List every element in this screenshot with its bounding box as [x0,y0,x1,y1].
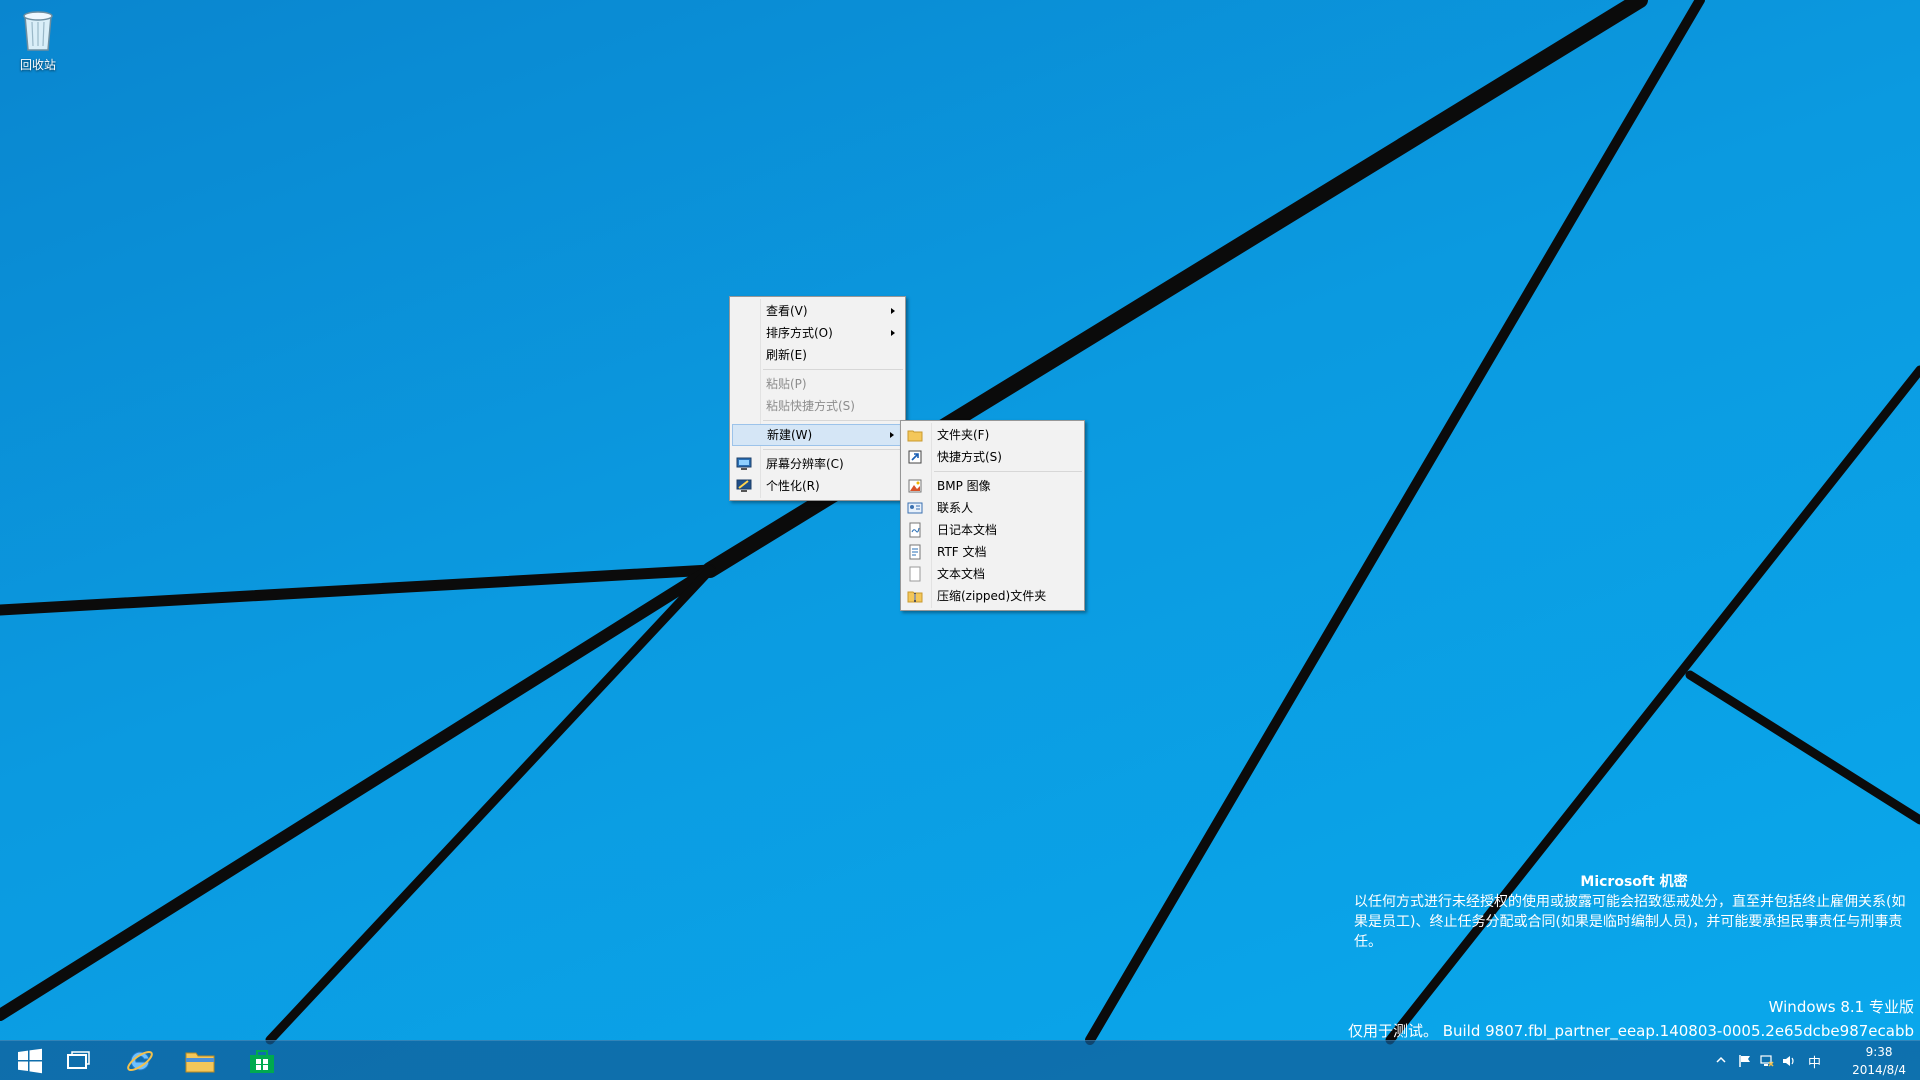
task-view-button[interactable] [48,1041,108,1080]
internet-explorer-icon [127,1050,153,1072]
submenu-item-shortcut[interactable]: 快捷方式(S) [903,446,1082,468]
ime-indicator[interactable]: 中 [1808,1052,1821,1071]
menu-item-sort[interactable]: 排序方式(O) [732,322,903,344]
file-explorer-icon [185,1052,215,1073]
contact-card-icon [907,502,923,514]
watermark-body: 以任何方式进行未经授权的使用或披露可能会招致惩戒处分，直至并包括终止雇佣关系(如… [1354,894,1906,950]
submenu-item-contact-label: 联系人 [937,501,974,515]
folder-icon [907,430,923,442]
recycle-bin-icon [23,11,53,51]
menu-separator [763,420,903,421]
taskbar: 中 9:38 2014/8/4 [0,1040,1920,1080]
submenu-arrow-icon [891,330,895,336]
action-center-button[interactable] [1738,1054,1752,1071]
confidential-watermark: Microsoft 机密 以任何方式进行未经授权的使用或披露可能会招致惩戒处分，… [1354,872,1914,952]
file-explorer-button[interactable] [170,1041,230,1080]
desktop[interactable]: 回收站 查看(V) 排序方式(O) 刷新(E) 粘贴(P) 粘贴快捷方式(S) … [0,0,1920,1080]
menu-item-refresh[interactable]: 刷新(E) [732,344,903,366]
menu-item-view-label: 查看(V) [766,304,808,318]
desktop-context-menu: 查看(V) 排序方式(O) 刷新(E) 粘贴(P) 粘贴快捷方式(S) 新建(W… [729,296,906,501]
submenu-arrow-icon [890,432,894,438]
recycle-bin[interactable]: 回收站 [8,6,68,73]
watermark-title: Microsoft 机密 [1580,874,1688,890]
menu-item-screen-resolution-label: 屏幕分辨率(C) [766,457,844,471]
submenu-item-bmp-image[interactable]: BMP 图像 [903,475,1082,497]
menu-item-refresh-label: 刷新(E) [766,348,807,362]
menu-separator [763,369,903,370]
submenu-item-bmp-image-label: BMP 图像 [937,479,991,493]
submenu-item-rtf-document[interactable]: RTF 文档 [903,541,1082,563]
network-icon [1760,1055,1774,1067]
internet-explorer-button[interactable] [110,1041,170,1080]
menu-separator [763,449,903,450]
text-document-icon [909,566,921,582]
submenu-item-folder-label: 文件夹(F) [937,428,990,442]
clock-time: 9:38 [1865,1045,1893,1059]
store-button[interactable] [232,1041,292,1080]
submenu-item-text-document-label: 文本文档 [937,567,986,581]
build-info: Windows 8.1 专业版 仅用于测试。 Build 9807.fbl_pa… [1348,995,1914,1043]
menu-item-paste-shortcut: 粘贴快捷方式(S) [732,395,903,417]
submenu-item-zipped-folder[interactable]: 压缩(zipped)文件夹 [903,585,1082,607]
network-button[interactable] [1760,1054,1774,1071]
windows-edition: Windows 8.1 专业版 [1768,998,1914,1016]
recycle-bin-label: 回收站 [19,58,56,72]
submenu-item-zipped-folder-label: 压缩(zipped)文件夹 [937,589,1047,603]
flag-icon [1739,1055,1750,1067]
menu-item-sort-label: 排序方式(O) [766,326,833,340]
menu-item-view[interactable]: 查看(V) [732,300,903,322]
volume-button[interactable] [1782,1054,1796,1071]
menu-item-personalize-label: 个性化(R) [766,479,820,493]
submenu-item-folder[interactable]: 文件夹(F) [903,424,1082,446]
new-submenu: 文件夹(F) 快捷方式(S) BMP 图像 联系人 日记本文档 RTF 文档 文… [900,420,1085,611]
store-icon [250,1050,274,1073]
windows-logo-icon [18,1048,42,1074]
rtf-document-icon [909,544,921,560]
personalize-icon [736,479,752,492]
chevron-up-icon [1716,1056,1726,1063]
menu-item-paste: 粘贴(P) [732,373,903,395]
bmp-image-icon [908,479,922,493]
submenu-item-journal-document[interactable]: 日记本文档 [903,519,1082,541]
clock[interactable]: 9:38 2014/8/4 [1852,1043,1906,1079]
speaker-icon [1783,1056,1794,1066]
journal-document-icon [909,522,921,538]
submenu-item-journal-document-label: 日记本文档 [937,523,998,537]
shortcut-icon [908,450,922,464]
system-tray: 中 9:38 2014/8/4 [1690,1041,1920,1080]
submenu-item-text-document[interactable]: 文本文档 [903,563,1082,585]
task-view-icon [67,1051,90,1069]
show-hidden-icons-button[interactable] [1716,1054,1726,1068]
menu-item-screen-resolution[interactable]: 屏幕分辨率(C) [732,453,903,475]
menu-item-new[interactable]: 新建(W) [732,424,903,446]
submenu-item-contact[interactable]: 联系人 [903,497,1082,519]
clock-date: 2014/8/4 [1852,1063,1906,1077]
menu-separator [934,471,1082,472]
zipped-folder-icon [907,591,923,603]
menu-item-paste-shortcut-label: 粘贴快捷方式(S) [766,399,855,413]
menu-item-personalize[interactable]: 个性化(R) [732,475,903,497]
menu-item-new-label: 新建(W) [767,428,813,442]
display-settings-icon [736,457,752,470]
submenu-item-shortcut-label: 快捷方式(S) [937,450,1002,464]
menu-item-paste-label: 粘贴(P) [766,377,807,391]
submenu-item-rtf-document-label: RTF 文档 [937,545,987,559]
submenu-arrow-icon [891,308,895,314]
